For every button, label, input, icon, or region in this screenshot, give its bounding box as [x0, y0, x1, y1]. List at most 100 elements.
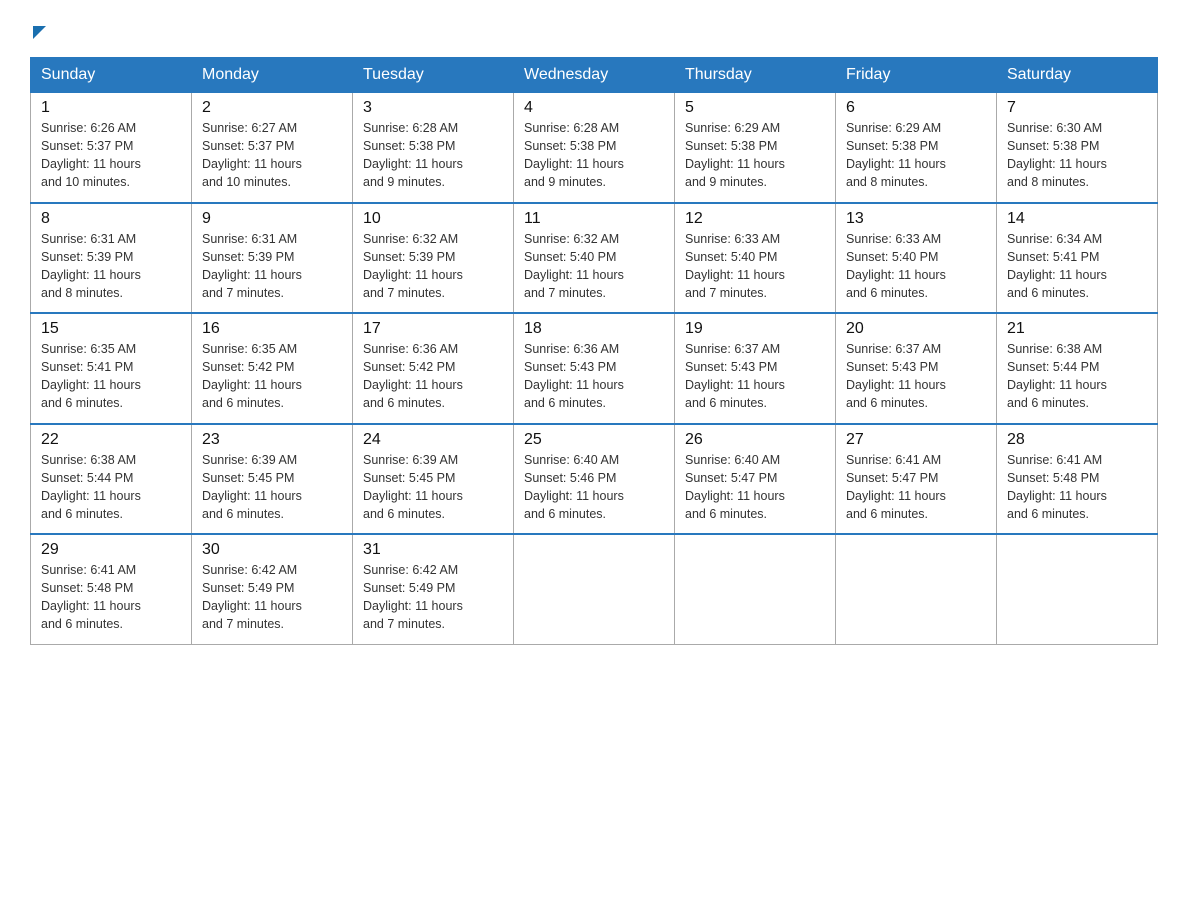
calendar-day-cell: 20Sunrise: 6:37 AMSunset: 5:43 PMDayligh… — [836, 313, 997, 424]
col-header-wednesday: Wednesday — [514, 58, 675, 93]
calendar-day-cell: 23 Sunrise: 6:39 AMSunset: 5:45 PMDayligh… — [192, 424, 353, 535]
calendar-day-cell: 8 Sunrise: 6:31 AMSunset: 5:39 PMDaylight… — [31, 203, 192, 314]
day-number: 26 — [685, 431, 825, 449]
day-number: 19 — [685, 320, 825, 338]
day-number: 31 — [363, 541, 503, 559]
calendar-day-cell: 31 Sunrise: 6:42 AMSunset: 5:49 PMDayligh… — [353, 534, 514, 644]
day-number: 23 — [202, 431, 342, 449]
day-info: Sunrise: 6:40 AMSunset: 5:47 PMDaylight:… — [685, 451, 825, 524]
calendar-day-cell: 4Sunrise: 6:28 AMSunset: 5:38 PMDaylight… — [514, 93, 675, 203]
day-number: 10 — [363, 210, 503, 228]
day-number: 14 — [1007, 210, 1147, 228]
page-header — [30, 20, 1158, 39]
day-number: 21 — [1007, 320, 1147, 338]
day-info: Sunrise: 6:32 AMSunset: 5:40 PMDaylight:… — [524, 230, 664, 303]
col-header-tuesday: Tuesday — [353, 58, 514, 93]
day-number: 29 — [41, 541, 181, 559]
day-number: 4 — [524, 99, 664, 117]
day-info: Sunrise: 6:33 AMSunset: 5:40 PMDaylight:… — [846, 230, 986, 303]
day-info: Sunrise: 6:29 AMSunset: 5:38 PMDaylight:… — [846, 119, 986, 192]
day-info: Sunrise: 6:33 AMSunset: 5:40 PMDaylight:… — [685, 230, 825, 303]
calendar-day-cell: 7Sunrise: 6:30 AMSunset: 5:38 PMDaylight… — [997, 93, 1158, 203]
day-info: Sunrise: 6:40 AMSunset: 5:46 PMDaylight:… — [524, 451, 664, 524]
day-info: Sunrise: 6:39 AMSunset: 5:45 PMDaylight:… — [202, 451, 342, 524]
day-info: Sunrise: 6:26 AMSunset: 5:37 PMDaylight:… — [41, 119, 181, 192]
calendar-day-cell: 26 Sunrise: 6:40 AMSunset: 5:47 PMDayligh… — [675, 424, 836, 535]
day-number: 12 — [685, 210, 825, 228]
calendar-day-cell: 19 Sunrise: 6:37 AMSunset: 5:43 PMDayligh… — [675, 313, 836, 424]
calendar-day-cell: 12 Sunrise: 6:33 AMSunset: 5:40 PMDayligh… — [675, 203, 836, 314]
day-info: Sunrise: 6:32 AMSunset: 5:39 PMDaylight:… — [363, 230, 503, 303]
day-number: 28 — [1007, 431, 1147, 449]
day-info: Sunrise: 6:37 AMSunset: 5:43 PMDaylight:… — [685, 340, 825, 413]
day-info: Sunrise: 6:36 AMSunset: 5:42 PMDaylight:… — [363, 340, 503, 413]
calendar-day-cell: 11 Sunrise: 6:32 AMSunset: 5:40 PMDayligh… — [514, 203, 675, 314]
calendar-day-cell: 17 Sunrise: 6:36 AMSunset: 5:42 PMDayligh… — [353, 313, 514, 424]
calendar-day-cell: 1 Sunrise: 6:26 AMSunset: 5:37 PMDaylight… — [31, 93, 192, 203]
col-header-thursday: Thursday — [675, 58, 836, 93]
day-info: Sunrise: 6:41 AMSunset: 5:48 PMDaylight:… — [1007, 451, 1147, 524]
day-info: Sunrise: 6:34 AMSunset: 5:41 PMDaylight:… — [1007, 230, 1147, 303]
calendar-week-row: 1 Sunrise: 6:26 AMSunset: 5:37 PMDaylight… — [31, 93, 1158, 203]
calendar-day-cell: 30 Sunrise: 6:42 AMSunset: 5:49 PMDayligh… — [192, 534, 353, 644]
calendar-day-cell: 5 Sunrise: 6:29 AMSunset: 5:38 PMDaylight… — [675, 93, 836, 203]
day-number: 15 — [41, 320, 181, 338]
day-info: Sunrise: 6:42 AMSunset: 5:49 PMDaylight:… — [202, 561, 342, 634]
col-header-sunday: Sunday — [31, 58, 192, 93]
calendar-day-cell: 27 Sunrise: 6:41 AMSunset: 5:47 PMDayligh… — [836, 424, 997, 535]
calendar-day-cell — [675, 534, 836, 644]
day-number: 11 — [524, 210, 664, 228]
calendar-day-cell: 24 Sunrise: 6:39 AMSunset: 5:45 PMDayligh… — [353, 424, 514, 535]
calendar-day-cell: 9Sunrise: 6:31 AMSunset: 5:39 PMDaylight… — [192, 203, 353, 314]
calendar-day-cell: 25 Sunrise: 6:40 AMSunset: 5:46 PMDayligh… — [514, 424, 675, 535]
day-number: 16 — [202, 320, 342, 338]
day-info: Sunrise: 6:41 AMSunset: 5:47 PMDaylight:… — [846, 451, 986, 524]
day-info: Sunrise: 6:41 AMSunset: 5:48 PMDaylight:… — [41, 561, 181, 634]
day-number: 5 — [685, 99, 825, 117]
calendar-day-cell — [514, 534, 675, 644]
calendar-day-cell: 18Sunrise: 6:36 AMSunset: 5:43 PMDayligh… — [514, 313, 675, 424]
day-number: 27 — [846, 431, 986, 449]
day-number: 9 — [202, 210, 342, 228]
day-number: 30 — [202, 541, 342, 559]
day-number: 7 — [1007, 99, 1147, 117]
calendar-day-cell — [997, 534, 1158, 644]
col-header-monday: Monday — [192, 58, 353, 93]
calendar-day-cell: 6 Sunrise: 6:29 AMSunset: 5:38 PMDaylight… — [836, 93, 997, 203]
calendar-week-row: 8 Sunrise: 6:31 AMSunset: 5:39 PMDaylight… — [31, 203, 1158, 314]
day-number: 2 — [202, 99, 342, 117]
calendar-table: SundayMondayTuesdayWednesdayThursdayFrid… — [30, 57, 1158, 645]
day-number: 24 — [363, 431, 503, 449]
day-header-row: SundayMondayTuesdayWednesdayThursdayFrid… — [31, 58, 1158, 93]
calendar-day-cell: 15Sunrise: 6:35 AMSunset: 5:41 PMDayligh… — [31, 313, 192, 424]
calendar-week-row: 22 Sunrise: 6:38 AMSunset: 5:44 PMDayligh… — [31, 424, 1158, 535]
calendar-day-cell: 2 Sunrise: 6:27 AMSunset: 5:37 PMDaylight… — [192, 93, 353, 203]
day-number: 6 — [846, 99, 986, 117]
col-header-friday: Friday — [836, 58, 997, 93]
calendar-day-cell: 13Sunrise: 6:33 AMSunset: 5:40 PMDayligh… — [836, 203, 997, 314]
day-number: 8 — [41, 210, 181, 228]
calendar-week-row: 29 Sunrise: 6:41 AMSunset: 5:48 PMDayligh… — [31, 534, 1158, 644]
day-info: Sunrise: 6:42 AMSunset: 5:49 PMDaylight:… — [363, 561, 503, 634]
day-number: 17 — [363, 320, 503, 338]
calendar-day-cell: 14 Sunrise: 6:34 AMSunset: 5:41 PMDayligh… — [997, 203, 1158, 314]
col-header-saturday: Saturday — [997, 58, 1158, 93]
day-info: Sunrise: 6:31 AMSunset: 5:39 PMDaylight:… — [41, 230, 181, 303]
day-info: Sunrise: 6:38 AMSunset: 5:44 PMDaylight:… — [41, 451, 181, 524]
calendar-day-cell — [836, 534, 997, 644]
day-number: 22 — [41, 431, 181, 449]
day-number: 1 — [41, 99, 181, 117]
calendar-week-row: 15Sunrise: 6:35 AMSunset: 5:41 PMDayligh… — [31, 313, 1158, 424]
day-info: Sunrise: 6:27 AMSunset: 5:37 PMDaylight:… — [202, 119, 342, 192]
calendar-day-cell: 3Sunrise: 6:28 AMSunset: 5:38 PMDaylight… — [353, 93, 514, 203]
day-info: Sunrise: 6:39 AMSunset: 5:45 PMDaylight:… — [363, 451, 503, 524]
day-number: 25 — [524, 431, 664, 449]
calendar-day-cell: 10 Sunrise: 6:32 AMSunset: 5:39 PMDayligh… — [353, 203, 514, 314]
day-number: 18 — [524, 320, 664, 338]
logo — [30, 20, 46, 39]
day-info: Sunrise: 6:29 AMSunset: 5:38 PMDaylight:… — [685, 119, 825, 192]
day-number: 3 — [363, 99, 503, 117]
calendar-day-cell: 16Sunrise: 6:35 AMSunset: 5:42 PMDayligh… — [192, 313, 353, 424]
calendar-day-cell: 22 Sunrise: 6:38 AMSunset: 5:44 PMDayligh… — [31, 424, 192, 535]
calendar-day-cell: 29 Sunrise: 6:41 AMSunset: 5:48 PMDayligh… — [31, 534, 192, 644]
